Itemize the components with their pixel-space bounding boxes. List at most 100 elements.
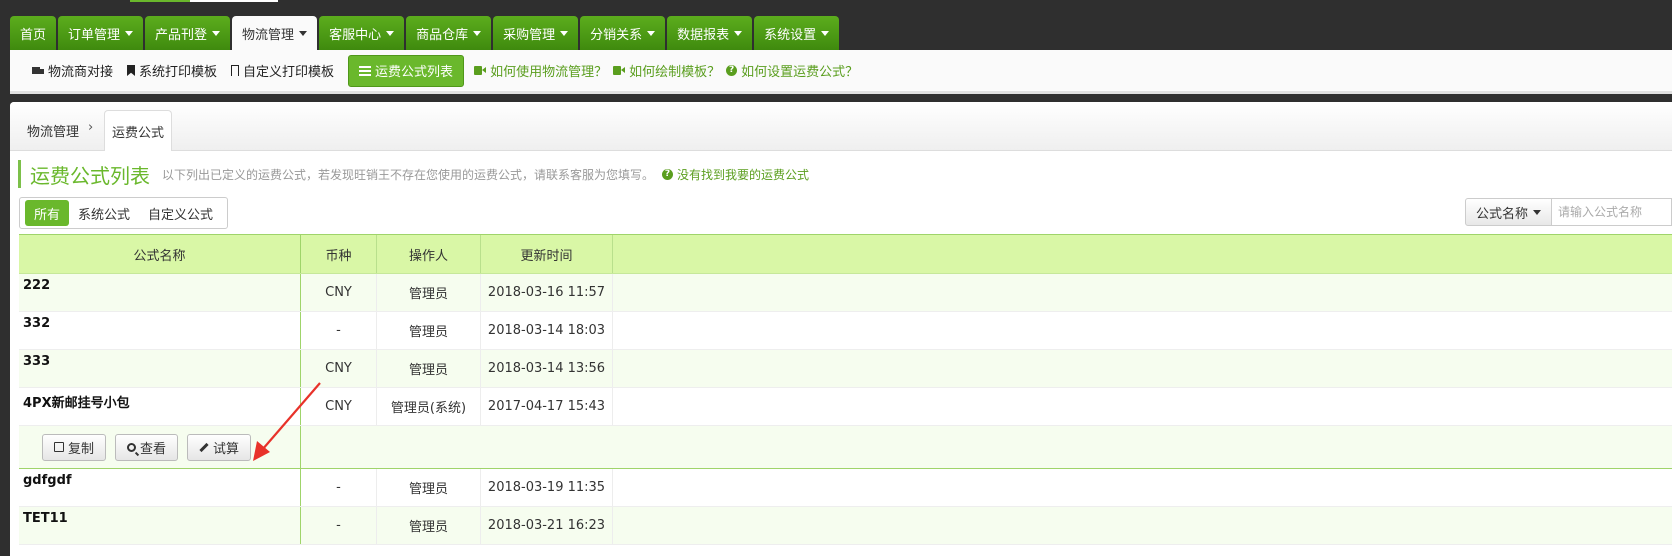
filter-system[interactable]: 系统公式	[69, 200, 139, 226]
table-row[interactable]: 332 - 管理员 2018-03-14 18:03	[19, 312, 1672, 350]
column-header-blank	[613, 235, 1672, 273]
subnav-label: 物流商对接	[48, 65, 114, 80]
subnav-label: 运费公式列表	[375, 65, 454, 80]
view-label: 查看	[140, 441, 167, 457]
table-header: 公式名称 币种 操作人 更新时间	[19, 234, 1672, 274]
formula-operator: 管理员	[377, 312, 481, 349]
subnav-label: 自定义打印模板	[243, 65, 335, 80]
nav-tab-warehouse[interactable]: 商品仓库	[406, 16, 492, 50]
breadcrumb-current-label: 运费公式	[111, 125, 164, 141]
caret-down-icon	[473, 30, 482, 36]
caret-down-icon	[647, 30, 656, 36]
chevron-right-icon: ›	[88, 120, 94, 135]
page-description: 以下列出已定义的运费公式，若发现旺销王不存在您使用的运费公式，请联系客服为您填写…	[162, 167, 655, 182]
formula-name: gdfgdf	[19, 469, 301, 506]
subnav-shipping-formulas[interactable]: 运费公式列表	[348, 54, 465, 87]
formula-updated: 2018-03-19 11:35	[481, 469, 613, 506]
subnav-custom-templates[interactable]: 自定义打印模板	[231, 56, 334, 86]
nav-tab-purchase[interactable]: 采购管理	[493, 16, 579, 50]
missing-formula-link[interactable]: ? 没有找到我要的运费公式	[662, 166, 809, 183]
formula-name: 332	[19, 312, 301, 349]
nav-tab-label: 产品刊登	[155, 27, 208, 43]
nav-tab-settings[interactable]: 系统设置	[754, 16, 840, 50]
row-action-buttons: 复制 查看 试算	[19, 426, 301, 468]
formula-operator: 管理员	[377, 507, 481, 544]
copy-button[interactable]: 复制	[42, 433, 107, 461]
table-row[interactable]: 222 CNY 管理员 2018-03-16 11:57	[19, 274, 1672, 312]
top-strip	[130, 0, 278, 2]
row-filler	[613, 312, 1672, 349]
copy-icon	[54, 442, 64, 452]
formula-search: 公式名称	[1465, 198, 1672, 226]
breadcrumb: 物流管理 › 运费公式	[10, 102, 1672, 151]
formula-name: TET11	[19, 507, 301, 544]
search-field-dropdown[interactable]: 公式名称	[1465, 198, 1552, 226]
formula-updated: 2017-04-17 15:43	[481, 388, 613, 425]
formula-updated: 2018-03-16 11:57	[481, 274, 613, 311]
row-actions: 复制 查看 试算	[19, 426, 1672, 469]
trial-calc-label: 试算	[213, 441, 240, 457]
row-filler	[613, 274, 1672, 311]
column-header-updated[interactable]: 更新时间	[481, 235, 613, 273]
column-header-currency[interactable]: 币种	[301, 235, 377, 273]
column-header-name[interactable]: 公式名称	[19, 235, 301, 273]
help-link-label: 如何设置运费公式？	[741, 65, 859, 80]
help-link-formula[interactable]: ? 如何设置运费公式？	[726, 61, 858, 80]
filter-custom[interactable]: 自定义公式	[139, 200, 222, 226]
column-header-operator[interactable]: 操作人	[377, 235, 481, 273]
formula-currency: -	[301, 312, 377, 349]
table-row[interactable]: gdfgdf - 管理员 2018-03-19 11:35	[19, 469, 1672, 507]
bookmark-outline-icon	[231, 65, 240, 76]
page-header: 运费公式列表 以下列出已定义的运费公式，若发现旺销王不存在您使用的运费公式，请联…	[18, 160, 809, 188]
video-icon	[613, 66, 626, 75]
table-row[interactable]: 333 CNY 管理员 2018-03-14 13:56	[19, 350, 1672, 388]
truck-icon	[32, 65, 44, 77]
nav-tab-logistics[interactable]: 物流管理	[232, 16, 318, 50]
search-input[interactable]	[1552, 198, 1672, 226]
help-link-template[interactable]: 如何绘制模板？	[613, 61, 720, 80]
nav-tab-orders[interactable]: 订单管理	[58, 16, 144, 50]
nav-tab-service[interactable]: 客服中心	[319, 16, 405, 50]
caret-down-icon	[734, 30, 743, 36]
content-panel: 物流管理 › 运费公式 运费公式列表 以下列出已定义的运费公式，若发现旺销王不存…	[10, 102, 1672, 556]
search-field-label: 公式名称	[1476, 206, 1529, 222]
nav-tab-listing[interactable]: 产品刊登	[145, 16, 231, 50]
filter-all[interactable]: 所有	[25, 200, 70, 226]
formula-currency: CNY	[301, 274, 377, 311]
formula-operator: 管理员	[377, 274, 481, 311]
list-icon	[359, 65, 372, 76]
formula-currency: -	[301, 507, 377, 544]
sub-nav: 物流商对接 系统打印模板 自定义打印模板 运费公式列表 如何使用物流管理？ 如何…	[10, 50, 1672, 94]
table-row[interactable]: TET11 - 管理员 2018-03-21 16:23	[19, 507, 1672, 545]
trial-calc-button[interactable]: 试算	[187, 433, 252, 461]
caret-down-icon	[299, 30, 308, 36]
subnav-carrier-integration[interactable]: 物流商对接	[32, 56, 113, 86]
breadcrumb-current-tab[interactable]: 运费公式	[104, 110, 172, 151]
row-filler	[613, 350, 1672, 387]
page-title: 运费公式列表	[30, 163, 150, 188]
question-circle-icon: ?	[662, 168, 674, 180]
formula-name: 4PX新邮挂号小包	[19, 388, 301, 425]
breadcrumb-home[interactable]: 物流管理	[27, 121, 79, 140]
nav-tab-label: 系统设置	[764, 27, 817, 43]
row-actions-filler	[301, 426, 1672, 468]
subnav-system-templates[interactable]: 系统打印模板	[127, 56, 217, 86]
caret-down-icon	[212, 30, 221, 36]
subnav-label: 系统打印模板	[139, 65, 218, 80]
formula-filter-group: 所有 系统公式 自定义公式	[19, 197, 229, 229]
formula-updated: 2018-03-14 13:56	[481, 350, 613, 387]
nav-tab-distribution[interactable]: 分销关系	[580, 16, 666, 50]
caret-down-icon	[125, 30, 134, 36]
formula-operator: 管理员	[377, 350, 481, 387]
search-icon	[127, 442, 137, 452]
nav-tab-label: 订单管理	[68, 27, 121, 43]
nav-tab-label: 分销关系	[590, 27, 643, 43]
help-link-logistics[interactable]: 如何使用物流管理？	[474, 61, 607, 80]
nav-tab-home[interactable]: 首页	[10, 16, 57, 50]
nav-tab-label: 采购管理	[503, 27, 556, 43]
table-row-selected[interactable]: 4PX新邮挂号小包 CNY 管理员(系统) 2017-04-17 15:43	[19, 388, 1672, 426]
formula-currency: CNY	[301, 350, 377, 387]
nav-tab-reports[interactable]: 数据报表	[667, 16, 753, 50]
row-filler	[613, 507, 1672, 544]
view-button[interactable]: 查看	[115, 433, 179, 461]
